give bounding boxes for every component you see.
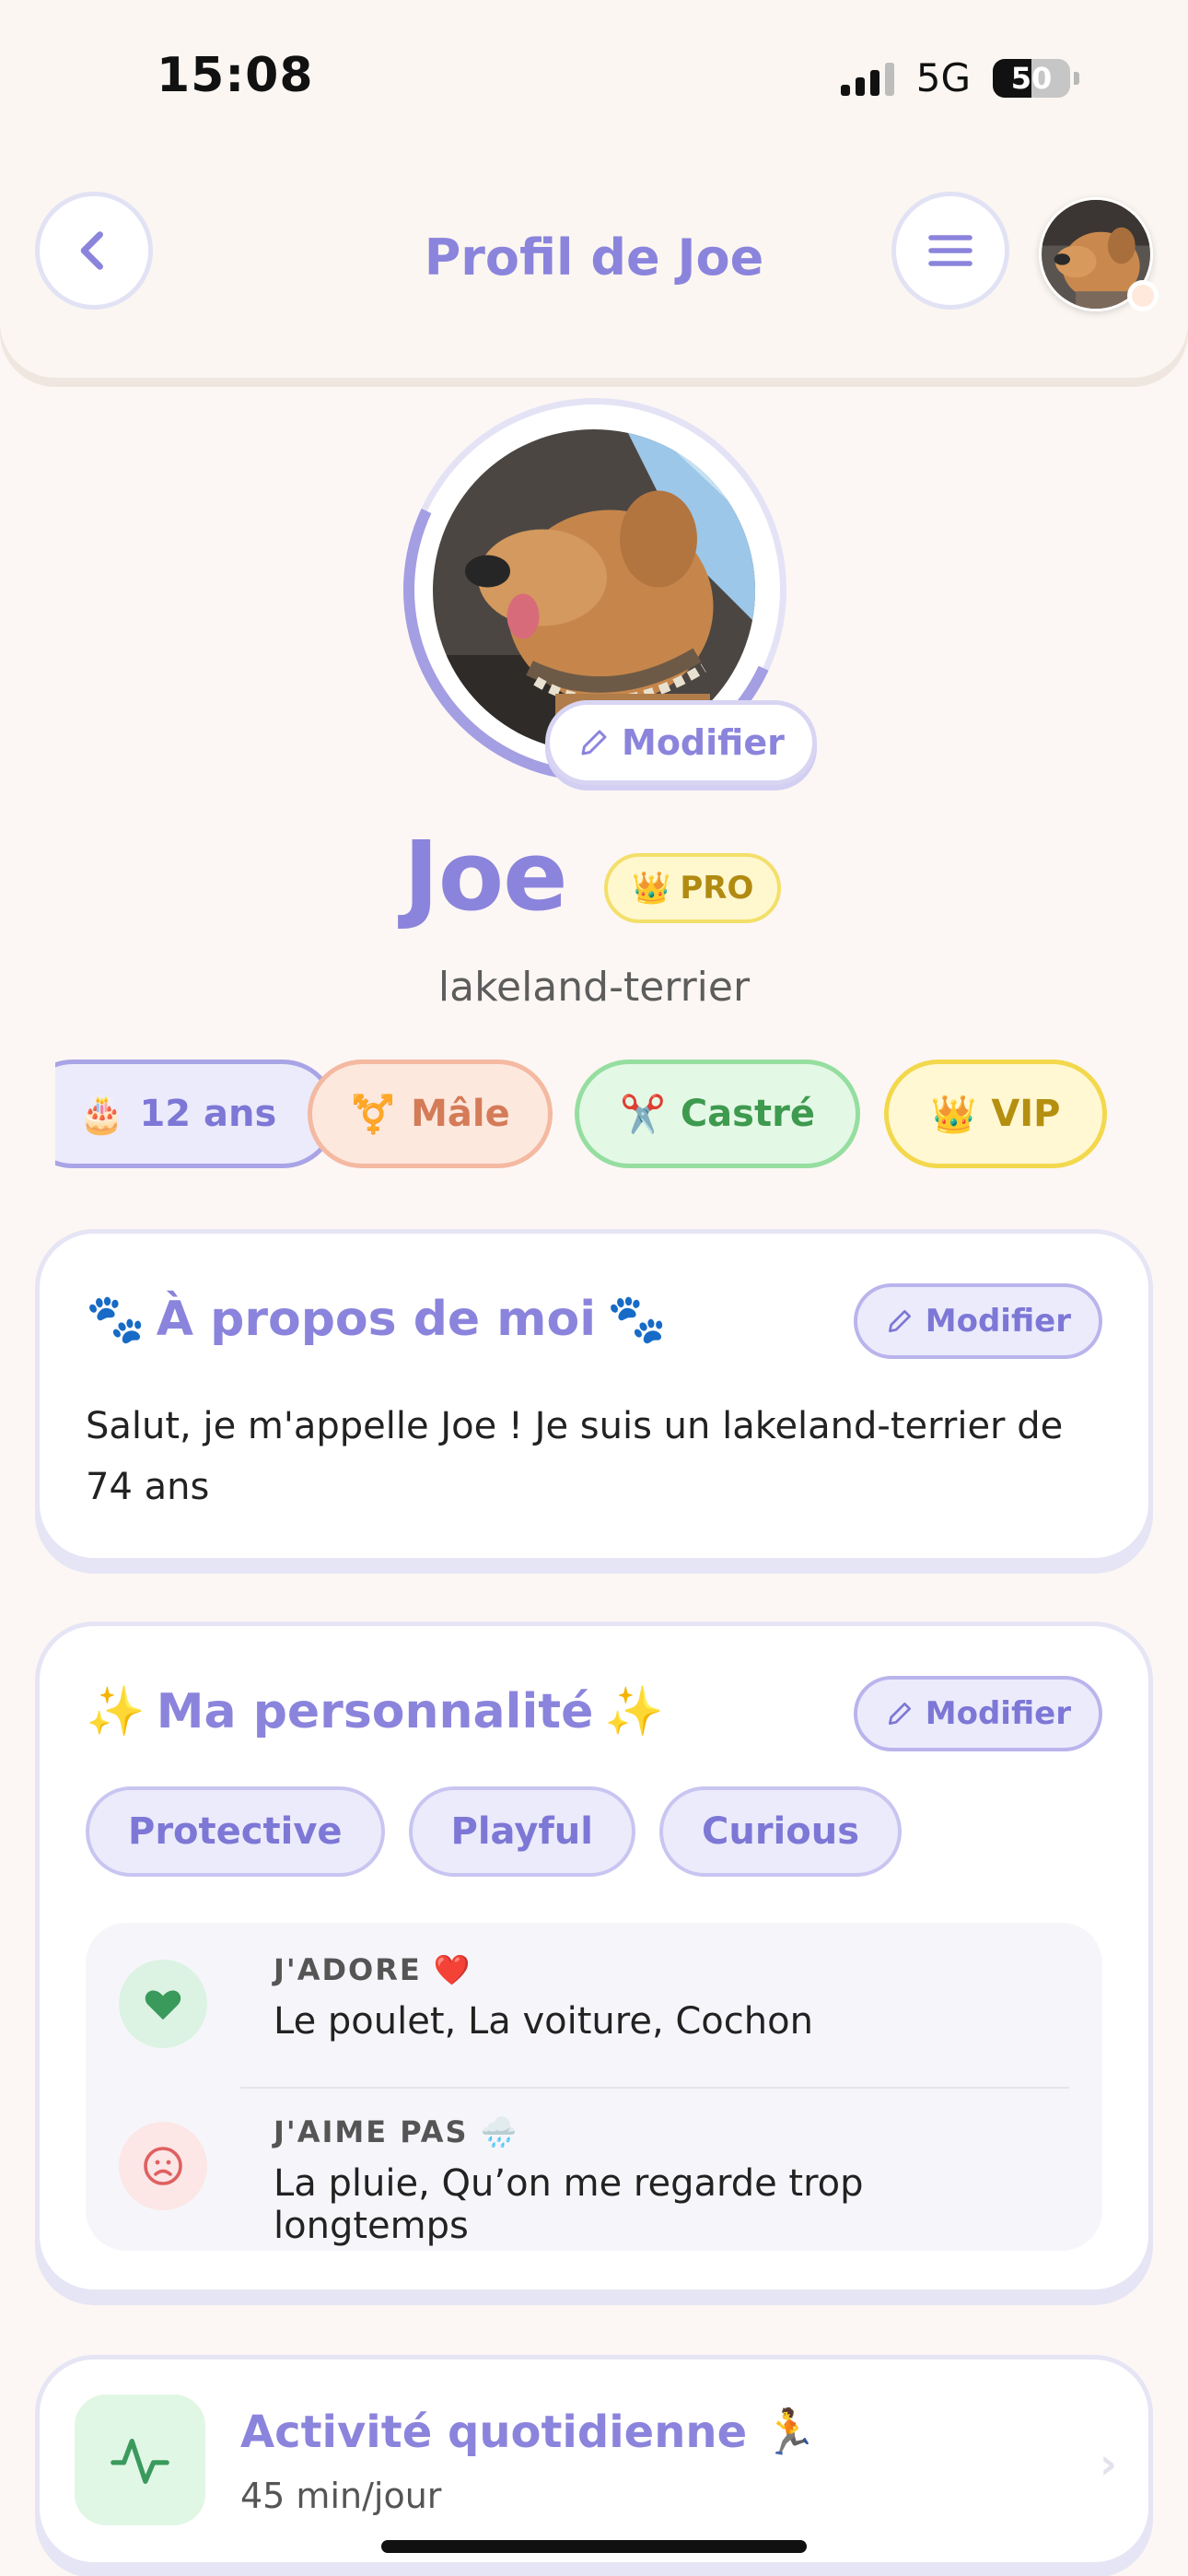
menu-icon (928, 235, 973, 266)
status-time: 15:08 (157, 48, 314, 103)
trait-chip[interactable]: Protective (86, 1786, 385, 1877)
chip-vip[interactable]: 👑 VIP (884, 1060, 1107, 1168)
trait-list: Protective Playful Curious (86, 1786, 903, 1877)
personality-card: ✨ Ma personnalité ✨ Modifier Protective … (35, 1622, 1153, 2294)
chip-sex-label: Mâle (411, 1093, 510, 1135)
personality-edit-button[interactable]: Modifier (853, 1676, 1102, 1751)
signal-icon (840, 61, 894, 96)
chip-neutered[interactable]: ✂️ Castré (575, 1060, 860, 1168)
preferences-divider (240, 2087, 1069, 2089)
personality-title-text: Ma personnalité (156, 1683, 594, 1739)
network-label: 5G (915, 55, 971, 100)
pro-badge-label: PRO (680, 870, 754, 907)
sparkles-icon: ✨ (86, 1684, 146, 1739)
pencil-icon (888, 1703, 911, 1725)
chip-age-label: 12 ans (139, 1093, 277, 1135)
activity-value: 45 min/jour (240, 2476, 442, 2516)
pro-badge: 👑 PRO (604, 853, 782, 923)
about-edit-label: Modifier (925, 1303, 1071, 1340)
chevron-right-icon: › (1100, 2439, 1117, 2488)
profile-screen: 15:08 5G 50 Profil de Joe Modifier Joe 👑… (0, 0, 1188, 2576)
about-text: Salut, je m'appelle Joe ! Je suis un lak… (86, 1405, 1064, 1508)
preferences-panel: J'ADORE ❤️ Le poulet, La voiture, Cochon… (86, 1923, 1102, 2251)
likes-row: J'ADORE ❤️ Le poulet, La voiture, Cochon (119, 1945, 1069, 2083)
online-status-dot (1127, 280, 1159, 311)
heart-icon (119, 1960, 207, 2048)
paw-icon: 🐾 (607, 1292, 667, 1347)
home-indicator (381, 2540, 807, 2553)
chip-vip-label: VIP (991, 1093, 1061, 1135)
chip-sex[interactable]: ⚧️ Mâle (308, 1060, 553, 1168)
trait-chip[interactable]: Curious (658, 1786, 903, 1877)
pencil-icon (581, 730, 607, 755)
activity-card[interactable]: Activité quotidienne 🏃 45 min/jour › (35, 2355, 1153, 2567)
battery-icon: 50 (993, 58, 1070, 98)
edit-photo-label: Modifier (622, 722, 785, 763)
crown-icon: 👑 (930, 1093, 977, 1136)
gender-icon: ⚧️ (350, 1093, 397, 1136)
dislikes-value: La pluie, Qu’on me regarde trop longtemp… (274, 2162, 864, 2247)
birthday-cake-icon: 🎂 (78, 1093, 125, 1136)
about-title-text: À propos de moi (156, 1291, 597, 1347)
about-card: 🐾 À propos de moi 🐾 Modifier Salut, je m… (35, 1229, 1153, 1563)
activity-pulse-icon (75, 2395, 205, 2525)
battery-level: 50 (1010, 60, 1053, 96)
about-edit-button[interactable]: Modifier (853, 1283, 1102, 1359)
trait-chip[interactable]: Playful (408, 1786, 635, 1877)
scissors-icon: ✂️ (620, 1093, 666, 1136)
pet-breed: lakeland-terrier (437, 964, 751, 1011)
likes-value: Le poulet, La voiture, Cochon (274, 2000, 813, 2043)
dislikes-row: J'AIME PAS 🌧️ La pluie, Qu’on me regarde… (119, 2107, 1069, 2247)
status-indicators: 5G 50 (840, 55, 1079, 100)
edit-photo-button[interactable]: Modifier (545, 700, 817, 785)
dislikes-label: J'AIME PAS 🌧️ (274, 2114, 519, 2149)
page-title: Profil de Joe (424, 228, 764, 287)
pet-name: Joe (403, 820, 568, 932)
menu-button[interactable] (891, 192, 1009, 310)
about-title: 🐾 À propos de moi 🐾 (86, 1291, 667, 1348)
likes-label: J'ADORE ❤️ (274, 1952, 472, 1987)
chip-age[interactable]: 🎂 12 ans (55, 1060, 337, 1168)
pencil-icon (888, 1310, 911, 1332)
sad-face-icon (119, 2122, 207, 2210)
personality-edit-label: Modifier (925, 1695, 1071, 1732)
crown-icon: 👑 (632, 870, 671, 907)
sparkles-icon: ✨ (604, 1684, 665, 1739)
info-chips: 🎂 12 ans ⚧️ Mâle ✂️ Castré 👑 VIP (55, 1060, 1133, 1172)
paw-icon: 🐾 (86, 1292, 146, 1347)
battery-tip (1074, 71, 1079, 85)
activity-title: Activité quotidienne 🏃 (240, 2406, 818, 2458)
personality-title: ✨ Ma personnalité ✨ (86, 1683, 665, 1740)
chip-neutered-label: Castré (680, 1093, 815, 1135)
